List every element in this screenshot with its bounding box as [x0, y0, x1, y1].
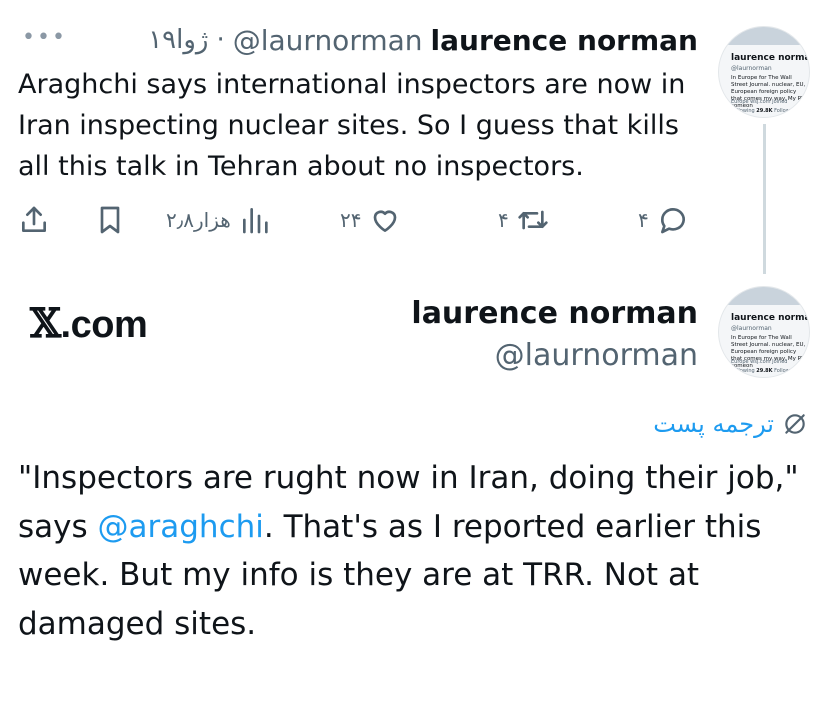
- reply-icon: [660, 208, 685, 234]
- avatar-handle: @laurnorman: [731, 325, 772, 332]
- reply-button[interactable]: ۴: [638, 200, 689, 240]
- avatar-banner: [719, 287, 809, 305]
- bookmark-icon: [100, 206, 120, 234]
- avatar-name: laurence norman: [731, 313, 809, 323]
- tweet-text: Araghchi says international inspectors a…: [18, 69, 686, 182]
- main-tweet-text: "Inspectors are rught now in Iran, doing…: [18, 460, 799, 642]
- translate-label: ترجمه پست: [653, 410, 774, 438]
- main-avatar[interactable]: laurence norman @laurnorman In Europe fo…: [718, 286, 810, 378]
- tweet-actions: ۲٫۸هزار ۲۴ ۴ ۴: [18, 200, 708, 240]
- avatar-meta: Europe wsj.com Joined: [731, 99, 788, 105]
- like-icon: [374, 210, 397, 232]
- views-count: ۲٫۸هزار: [166, 208, 231, 232]
- replies-count: ۴: [638, 208, 649, 232]
- author-name[interactable]: laurence norman: [431, 24, 698, 57]
- retweet-icon: [518, 210, 548, 230]
- avatar-banner: [719, 27, 809, 45]
- avatar[interactable]: laurence norman @laurnorman In Europe fo…: [718, 26, 810, 118]
- tweet-header: ۱۹ژوا · @laurnorman laurence norman: [148, 22, 698, 58]
- separator-dot: ·: [216, 25, 225, 55]
- translate-icon: [785, 414, 805, 434]
- avatar-handle: @laurnorman: [731, 65, 772, 72]
- avatar-stats: llowing 29.8K Follow: [737, 108, 790, 114]
- like-button[interactable]: ۲۴: [340, 200, 401, 240]
- main-author-name[interactable]: laurence norman: [411, 296, 698, 331]
- main-author-handle[interactable]: @laurnorman: [495, 338, 698, 373]
- avatar-name: laurence norman: [731, 53, 809, 63]
- views-button[interactable]: ۲٫۸هزار: [166, 200, 271, 240]
- avatar-stats: llowing 29.8K Follow: [737, 368, 790, 374]
- author-handle[interactable]: @laurnorman: [233, 24, 423, 57]
- bookmark-button[interactable]: [94, 200, 126, 240]
- x-logo: 𝕏.com: [30, 300, 148, 347]
- retweets-count: ۴: [498, 208, 509, 232]
- avatar-meta: Europe wsj.com Joined: [731, 359, 788, 365]
- translate-post-button[interactable]: ترجمه پست: [653, 410, 808, 438]
- more-icon[interactable]: •••: [22, 27, 65, 49]
- reply-tweet[interactable]: ••• ۱۹ژوا · @laurnorman laurence norman …: [0, 0, 828, 274]
- likes-count: ۲۴: [340, 208, 362, 232]
- share-icon: [22, 206, 46, 232]
- mention-link[interactable]: @araghchi: [98, 509, 264, 545]
- retweet-button[interactable]: ۴: [498, 200, 549, 240]
- share-button[interactable]: [18, 200, 50, 240]
- views-icon: [242, 208, 268, 234]
- timestamp[interactable]: ۱۹ژوا: [148, 25, 208, 55]
- thread-line: [763, 124, 766, 274]
